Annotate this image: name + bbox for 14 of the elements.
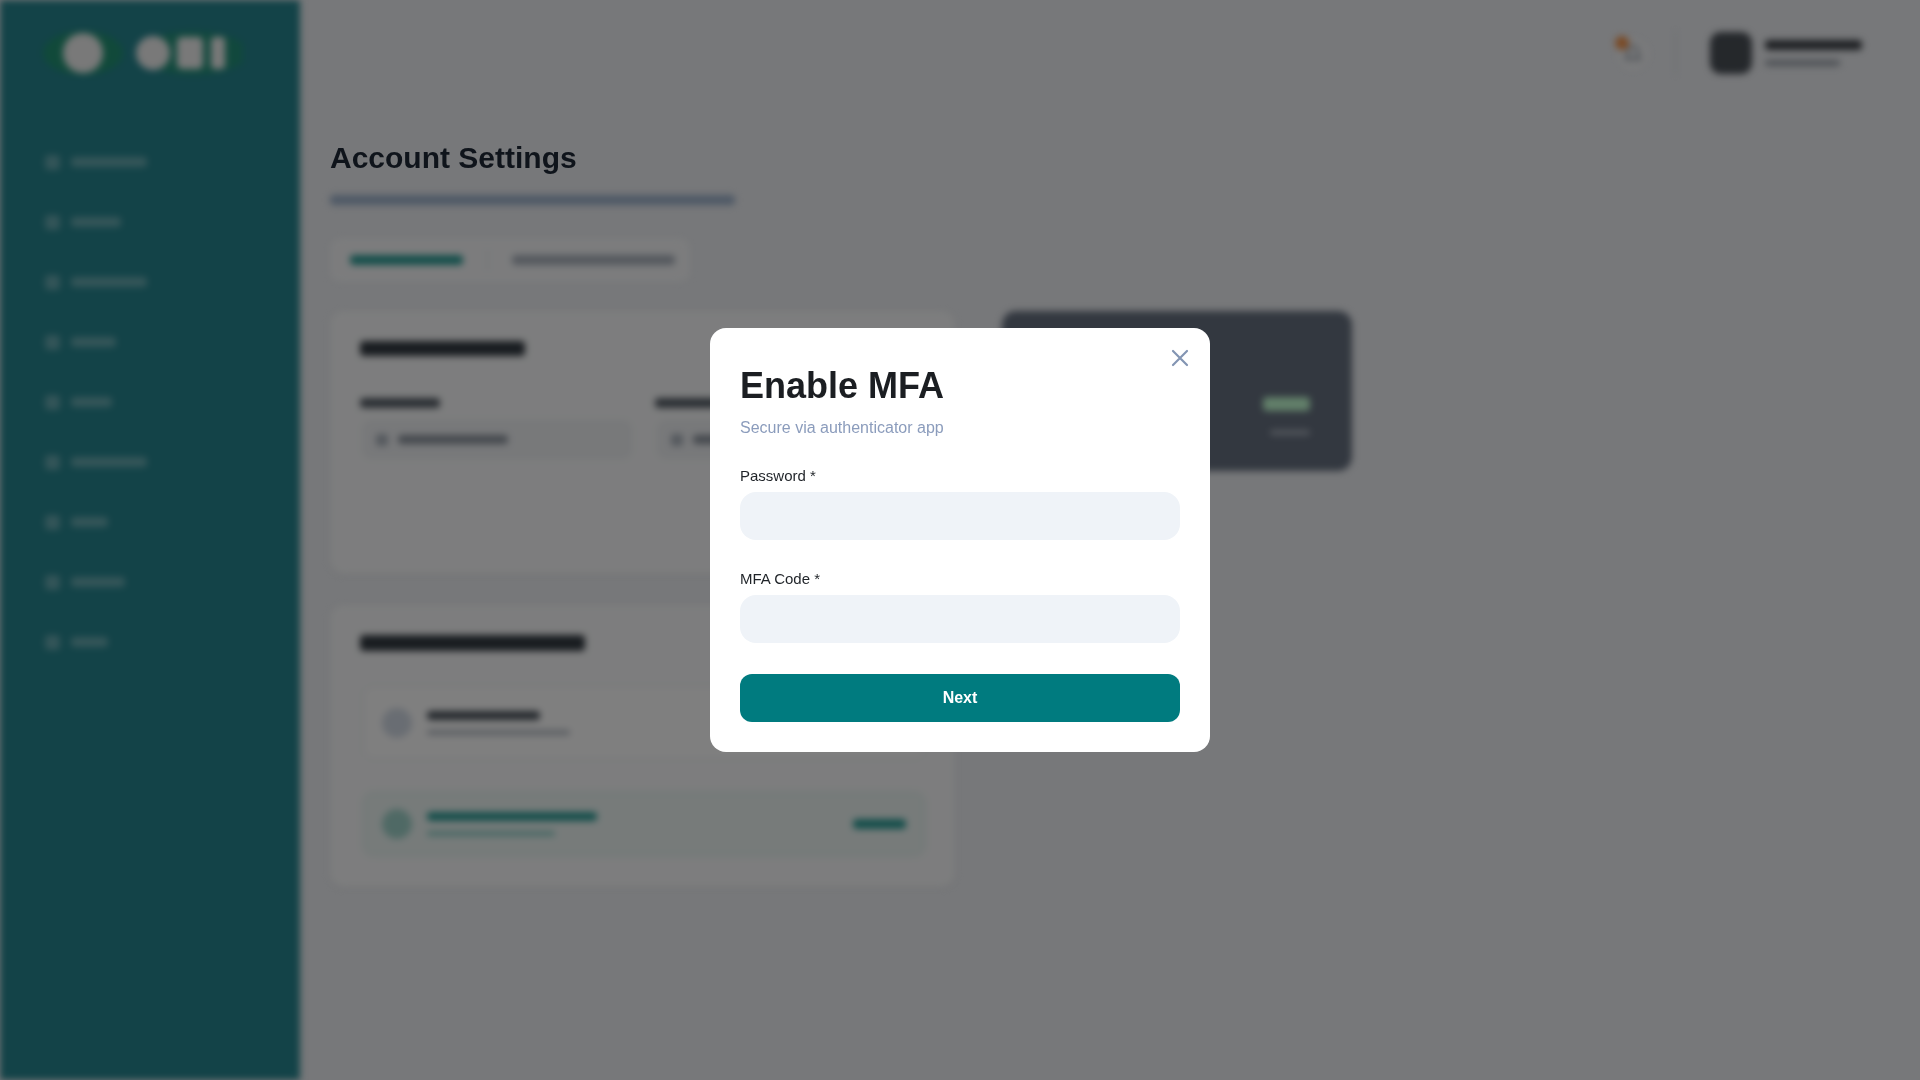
blurred-icon bbox=[376, 433, 388, 446]
blurred-text bbox=[853, 819, 906, 829]
next-button[interactable]: Next bbox=[740, 674, 1180, 722]
avatar-icon bbox=[1710, 31, 1752, 74]
close-button[interactable] bbox=[1171, 349, 1189, 367]
blurred-icon bbox=[670, 433, 683, 446]
close-icon bbox=[1171, 349, 1189, 367]
dialog-subtitle: Secure via authenticator app bbox=[740, 418, 945, 438]
dialog-title: Enable MFA bbox=[740, 364, 945, 408]
blurred-icon bbox=[382, 809, 412, 839]
field-label: MFA Code * bbox=[740, 569, 822, 589]
page-title: Account Settings bbox=[330, 140, 577, 176]
blurred-text bbox=[1263, 397, 1310, 411]
field-label: Password * bbox=[740, 466, 817, 486]
